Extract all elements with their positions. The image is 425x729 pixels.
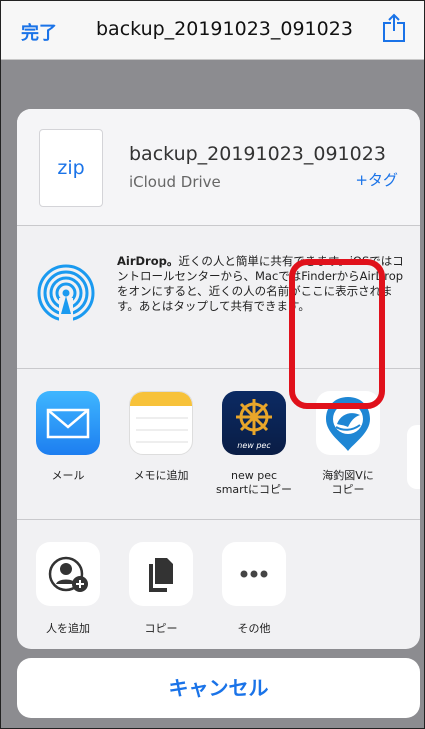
app-label: new pec smartにコピー — [215, 469, 293, 496]
next-app-peek[interactable] — [407, 425, 420, 489]
new-pec-icon-text: new pec — [237, 441, 271, 450]
file-header: zip backup_20191023_091023 iCloud Drive … — [17, 109, 420, 226]
screen: 完了 backup_20191023_091023 zip backup_201… — [0, 0, 425, 729]
done-button[interactable]: 完了 — [21, 19, 57, 45]
new-pec-icon: new pec — [222, 391, 286, 455]
copy-icon — [129, 542, 193, 606]
share-icon[interactable] — [380, 13, 408, 43]
app-label: メモに追加 — [133, 469, 189, 482]
app-notes[interactable]: メモに追加 — [118, 391, 204, 483]
action-label: その他 — [237, 622, 271, 635]
more-icon — [222, 542, 286, 606]
cancel-button[interactable]: キャンセル — [17, 658, 420, 718]
airdrop-icon — [37, 264, 95, 322]
app-new-pec[interactable]: new pec new pec smartにコピー — [211, 391, 297, 497]
action-label: 人を追加 — [46, 622, 90, 635]
action-add-person[interactable]: 人を追加 — [25, 542, 111, 636]
file-name: backup_20191023_091023 — [129, 143, 386, 165]
nav-title: backup_20191023_091023 — [96, 18, 353, 40]
action-copy[interactable]: コピー — [118, 542, 204, 636]
action-more[interactable]: その他 — [211, 542, 297, 636]
add-person-icon — [36, 542, 100, 606]
mail-icon — [36, 391, 100, 455]
notes-icon — [129, 391, 193, 455]
zip-file-icon: zip — [39, 129, 103, 207]
app-mail[interactable]: メール — [25, 391, 111, 483]
highlight-annotation — [289, 259, 385, 409]
action-label: コピー — [144, 622, 178, 635]
app-label: 海釣図Vに コピー — [322, 469, 374, 496]
app-label: メール — [51, 469, 85, 482]
file-location: iCloud Drive — [129, 173, 221, 191]
actions-row: 人を追加 コピー その他 — [17, 520, 420, 648]
airdrop-title: AirDrop。 — [117, 254, 179, 268]
nav-bar: 完了 backup_20191023_091023 — [1, 1, 424, 60]
add-tag-button[interactable]: +タグ — [355, 169, 398, 190]
